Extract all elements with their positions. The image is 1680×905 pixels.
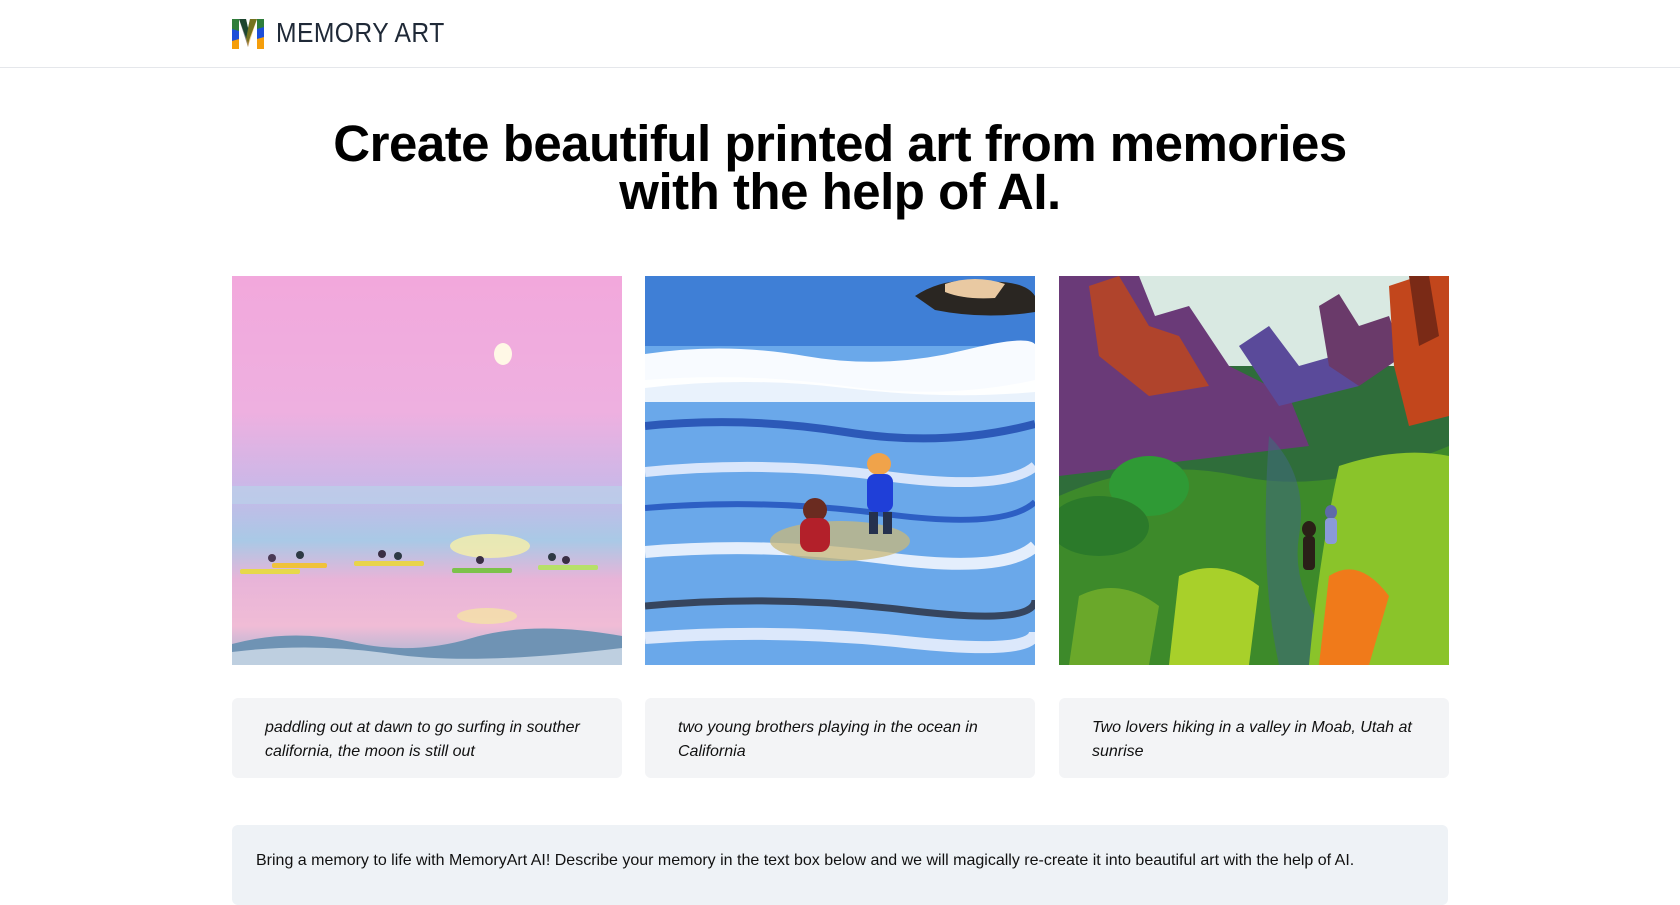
- gallery-card: two young brothers playing in the ocean …: [645, 276, 1035, 778]
- gallery-card: Two lovers hiking in a valley in Moab, U…: [1059, 276, 1449, 778]
- m-letter-logo-icon: [232, 19, 264, 49]
- gallery-caption: Two lovers hiking in a valley in Moab, U…: [1059, 698, 1449, 778]
- brand-name: MEMORY ART: [276, 17, 445, 48]
- gallery-card: paddling out at dawn to go surfing in so…: [232, 276, 622, 778]
- brothers-in-ocean-painting: [645, 276, 1035, 665]
- gallery-caption: two young brothers playing in the ocean …: [645, 698, 1035, 778]
- moab-valley-hike-painting: [1059, 276, 1449, 665]
- surfers-at-dawn-painting: [232, 276, 622, 665]
- intro-text: Bring a memory to life with MemoryArt AI…: [256, 852, 1355, 869]
- gallery-caption: paddling out at dawn to go surfing in so…: [232, 698, 622, 778]
- brand-home-link[interactable]: MEMORY ART: [232, 17, 468, 49]
- hero-title: Create beautiful printed art from memori…: [232, 118, 1448, 217]
- top-navigation-bar: MEMORY ART: [0, 0, 1680, 68]
- intro-panel: Bring a memory to life with MemoryArt AI…: [232, 825, 1448, 905]
- hero-title-line-2: with the help of AI.: [619, 163, 1061, 220]
